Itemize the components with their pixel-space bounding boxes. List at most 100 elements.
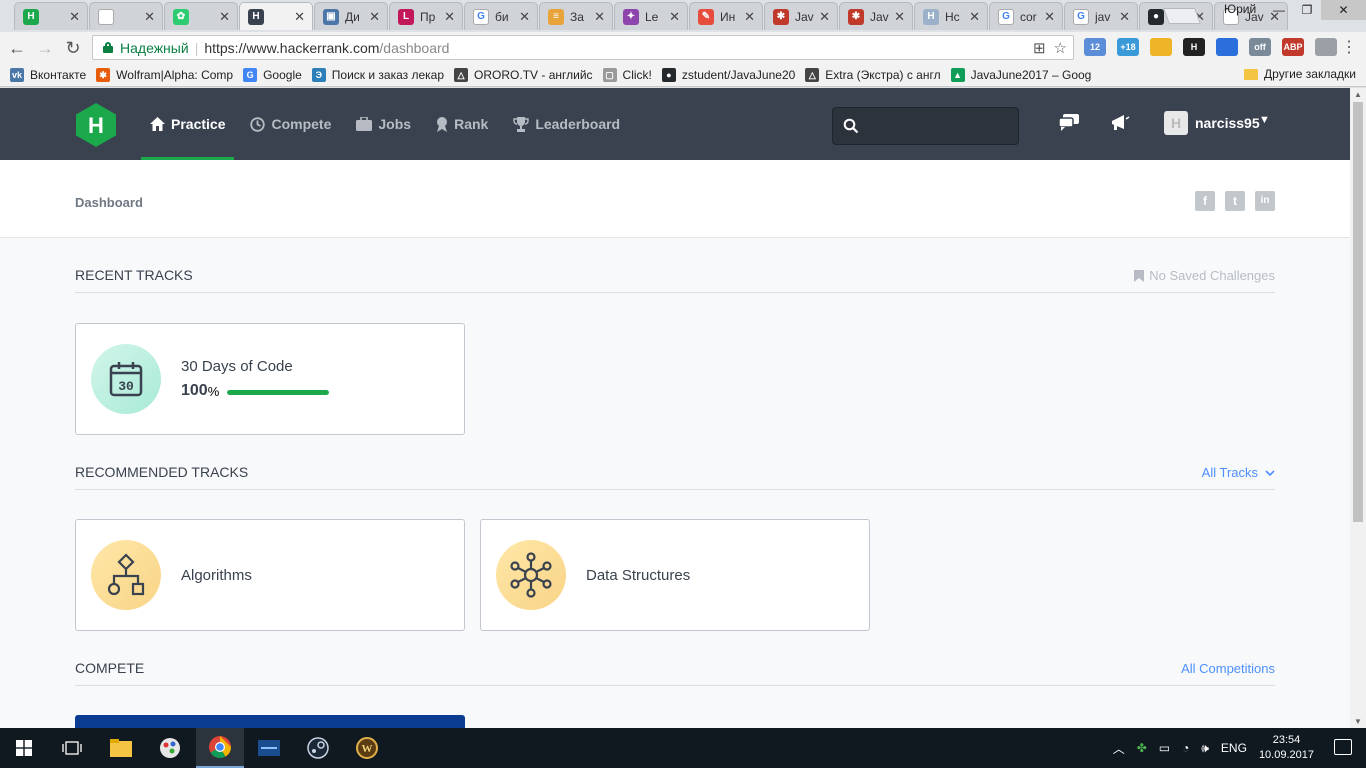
bookmark-item[interactable]: △ Extra (Экстра) с англ bbox=[805, 67, 941, 82]
track-card-30-days-of-code[interactable]: 30 30 Days of Code 100% bbox=[75, 323, 465, 435]
tab-close-icon[interactable]: ✕ bbox=[819, 9, 830, 25]
scrollbar[interactable]: ▲ ▼ bbox=[1350, 88, 1366, 728]
browser-tab[interactable]: ✱ Jav ✕ bbox=[839, 2, 913, 30]
facebook-icon[interactable]: f bbox=[1195, 191, 1215, 211]
browser-tab[interactable]: ≡ За ✕ bbox=[539, 2, 613, 30]
tab-close-icon[interactable]: ✕ bbox=[219, 9, 230, 25]
minimize-button[interactable]: — bbox=[1265, 0, 1293, 20]
tab-close-icon[interactable]: ✕ bbox=[969, 9, 980, 25]
task-view-button[interactable] bbox=[48, 728, 96, 768]
tray-overflow-icon[interactable]: ︿ bbox=[1113, 740, 1125, 757]
browser-tab[interactable]: ✦ Le ✕ bbox=[614, 2, 688, 30]
chevron-down-icon[interactable]: ▼ bbox=[1259, 114, 1270, 126]
chrome-menu-icon[interactable]: ⋮ bbox=[1338, 37, 1360, 59]
tab-close-icon[interactable]: ✕ bbox=[744, 9, 755, 25]
tab-close-icon[interactable]: ✕ bbox=[144, 9, 155, 25]
hackerrank-logo[interactable]: H bbox=[74, 102, 118, 148]
taskbar-explorer[interactable] bbox=[97, 728, 145, 768]
notifications-icon[interactable] bbox=[1110, 113, 1130, 133]
wifi-icon[interactable]: ◔ bbox=[1182, 741, 1189, 755]
bookmark-item[interactable]: △ ORORO.TV - английс bbox=[454, 67, 593, 82]
track-card-algorithms[interactable]: Algorithms bbox=[75, 519, 465, 631]
extension-icon[interactable]: 12 bbox=[1084, 38, 1106, 56]
browser-tab[interactable]: H ✕ bbox=[239, 2, 313, 30]
extension-icon[interactable]: off bbox=[1249, 38, 1271, 56]
search-box[interactable] bbox=[832, 107, 1019, 145]
browser-tab[interactable]: ✕ bbox=[89, 2, 163, 30]
language-indicator[interactable]: ENG bbox=[1221, 741, 1247, 755]
browser-tab[interactable]: ✱ Jav ✕ bbox=[764, 2, 838, 30]
nav-rank[interactable]: Rank bbox=[427, 88, 497, 160]
browser-tab[interactable]: L Пр ✕ bbox=[389, 2, 463, 30]
breadcrumb[interactable]: Dashboard bbox=[75, 195, 143, 210]
taskbar-steam[interactable] bbox=[294, 728, 342, 768]
back-icon[interactable]: ← bbox=[6, 37, 28, 59]
messages-icon[interactable] bbox=[1058, 114, 1080, 132]
nav-practice[interactable]: Practice bbox=[141, 88, 235, 160]
tab-close-icon[interactable]: ✕ bbox=[669, 9, 680, 25]
clock[interactable]: 23:54 10.09.2017 bbox=[1259, 733, 1314, 763]
username[interactable]: narciss95 bbox=[1195, 115, 1260, 131]
browser-tab[interactable]: ▣ Ди ✕ bbox=[314, 2, 388, 30]
taskbar-wow[interactable]: W bbox=[343, 728, 391, 768]
bookmark-item[interactable]: vk Вконтакте bbox=[10, 67, 86, 82]
twitter-icon[interactable]: t bbox=[1225, 191, 1245, 211]
tab-close-icon[interactable]: ✕ bbox=[1119, 9, 1130, 25]
tab-close-icon[interactable]: ✕ bbox=[1044, 9, 1055, 25]
tab-close-icon[interactable]: ✕ bbox=[444, 9, 455, 25]
tab-close-icon[interactable]: ✕ bbox=[369, 9, 380, 25]
bookmark-item[interactable]: G Google bbox=[243, 67, 302, 82]
extension-icon[interactable] bbox=[1315, 38, 1337, 56]
saved-challenges-link[interactable]: No Saved Challenges bbox=[1134, 268, 1275, 283]
bookmark-item[interactable]: Э Поиск и заказ лекар bbox=[311, 67, 444, 82]
tab-close-icon[interactable]: ✕ bbox=[519, 9, 530, 25]
start-button[interactable] bbox=[0, 728, 48, 768]
tab-close-icon[interactable]: ✕ bbox=[594, 9, 605, 25]
translate-icon[interactable]: ⊞ bbox=[1033, 39, 1046, 57]
extension-icon[interactable]: H bbox=[1183, 38, 1205, 56]
bookmark-item[interactable]: ▢ Click! bbox=[602, 67, 652, 82]
avatar[interactable]: H bbox=[1164, 111, 1188, 135]
new-tab-button[interactable] bbox=[1163, 8, 1201, 24]
browser-tab[interactable]: ✎ Ин ✕ bbox=[689, 2, 763, 30]
forward-icon[interactable]: → bbox=[34, 37, 56, 59]
browser-tab[interactable]: Gjav ✕ bbox=[1064, 2, 1138, 30]
tab-close-icon[interactable]: ✕ bbox=[894, 9, 905, 25]
maximize-button[interactable]: ❐ bbox=[1293, 0, 1321, 20]
taskbar-chrome[interactable] bbox=[196, 728, 244, 768]
taskbar-battlenet[interactable] bbox=[245, 728, 293, 768]
search-input[interactable] bbox=[867, 108, 1012, 144]
scroll-down-icon[interactable]: ▼ bbox=[1354, 717, 1362, 726]
address-bar[interactable]: Надежный | https://www.hackerrank.com/da… bbox=[92, 35, 1074, 60]
bookmark-item[interactable]: ▲ JavaJune2017 – Goog bbox=[950, 67, 1091, 82]
linkedin-icon[interactable]: in bbox=[1255, 191, 1275, 211]
browser-tab[interactable]: H Hc ✕ bbox=[914, 2, 988, 30]
browser-tab[interactable]: H ✕ bbox=[14, 2, 88, 30]
all-tracks-link[interactable]: All Tracks bbox=[1202, 465, 1275, 480]
scroll-up-icon[interactable]: ▲ bbox=[1354, 90, 1362, 99]
extension-icon[interactable]: ABP bbox=[1282, 38, 1304, 56]
competition-card[interactable] bbox=[75, 715, 465, 728]
tab-close-icon[interactable]: ✕ bbox=[69, 9, 80, 25]
battery-icon[interactable]: ▭ bbox=[1159, 741, 1170, 755]
nav-jobs[interactable]: Jobs bbox=[347, 88, 420, 160]
bookmark-star-icon[interactable]: ☆ bbox=[1054, 39, 1067, 57]
browser-tab[interactable]: Gcor ✕ bbox=[989, 2, 1063, 30]
bookmark-item[interactable]: ● zstudent/JavaJune20 bbox=[661, 67, 795, 82]
taskbar-app[interactable] bbox=[146, 728, 194, 768]
tray-app-icon[interactable]: ✤ bbox=[1137, 741, 1147, 755]
reload-icon[interactable]: ↻ bbox=[62, 37, 84, 59]
extension-icon[interactable] bbox=[1150, 38, 1172, 56]
track-card-data-structures[interactable]: Data Structures bbox=[480, 519, 870, 631]
action-center-icon[interactable] bbox=[1334, 739, 1352, 755]
profile-name[interactable]: Юрий bbox=[1224, 2, 1256, 16]
scrollbar-thumb[interactable] bbox=[1353, 102, 1363, 522]
nav-compete[interactable]: Compete bbox=[241, 88, 340, 160]
extension-icon[interactable] bbox=[1216, 38, 1238, 56]
volume-icon[interactable]: 🕪 bbox=[1201, 741, 1209, 756]
browser-tab[interactable]: Gби ✕ bbox=[464, 2, 538, 30]
other-bookmarks[interactable]: Другие закладки bbox=[1244, 67, 1356, 81]
nav-leaderboard[interactable]: Leaderboard bbox=[504, 88, 629, 160]
all-competitions-link[interactable]: All Competitions bbox=[1181, 661, 1275, 676]
browser-tab[interactable]: ✿ ✕ bbox=[164, 2, 238, 30]
